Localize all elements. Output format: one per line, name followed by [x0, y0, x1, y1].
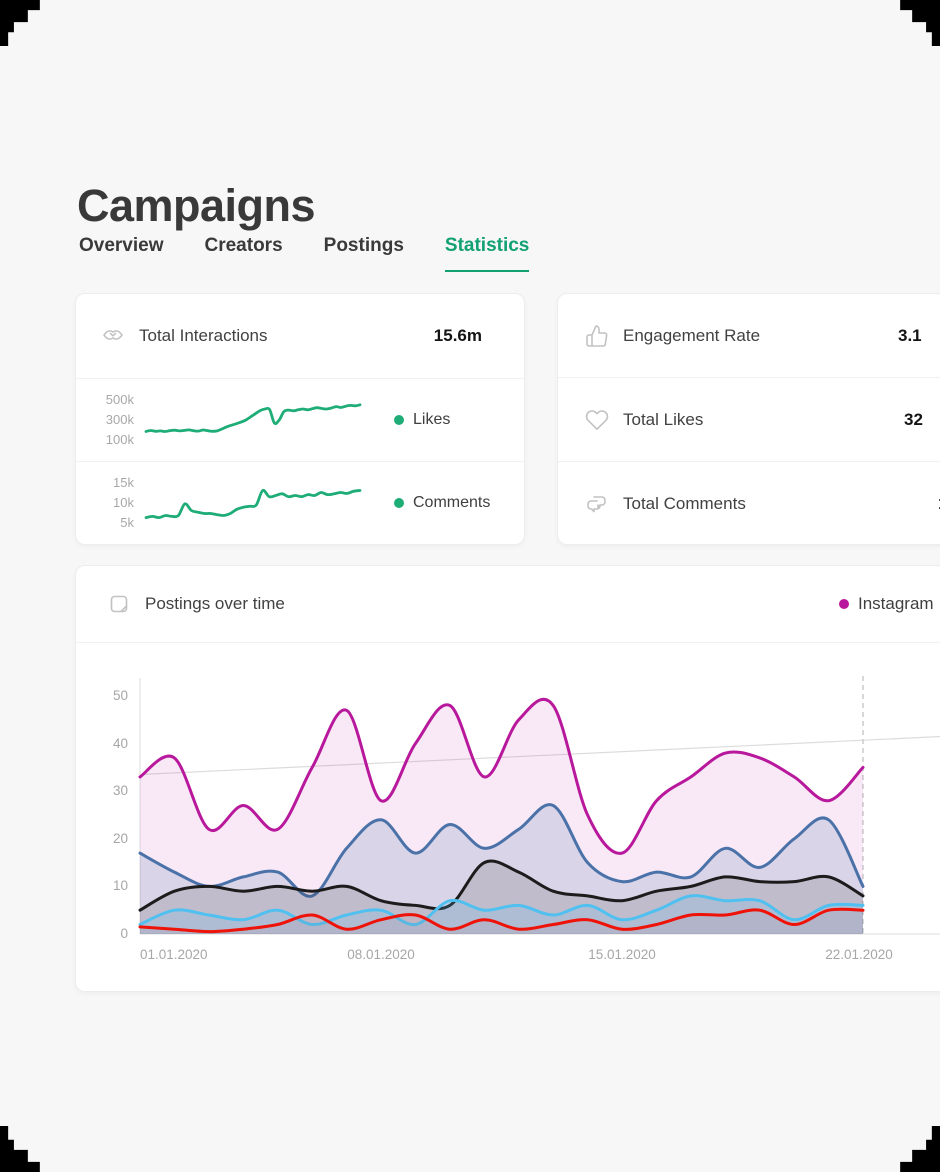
total-interactions-header: Total Interactions 15.6m — [76, 294, 524, 378]
page-title: Campaigns — [77, 180, 315, 232]
likes-spark-row: 500k 300k 100k Likes — [76, 378, 524, 461]
x-tick-01-01: 01.01.2020 — [140, 947, 208, 962]
tab-postings[interactable]: Postings — [324, 235, 404, 272]
y-tick-30: 30 — [113, 783, 128, 798]
note-icon — [107, 592, 131, 616]
comments-spark-row: 15k 10k 5k Comments — [76, 461, 524, 544]
comments-legend-dot — [394, 498, 404, 508]
likes-legend-label: Likes — [413, 411, 450, 429]
y-tick-10: 10 — [113, 878, 128, 893]
y-tick-0: 0 — [120, 926, 128, 941]
total-likes-row: Total Likes 32 — [558, 377, 940, 461]
postings-over-time-card: Postings over time Instagram 0 10 20 30 … — [75, 565, 940, 992]
metrics-card: Engagement Rate 3.1 Total Likes 32 Total… — [557, 293, 940, 545]
likes-legend: Likes — [394, 411, 450, 429]
instagram-legend: Instagram — [839, 594, 934, 614]
comments-legend: Comments — [394, 494, 490, 512]
total-interactions-value: 15.6m — [434, 326, 500, 346]
x-tick-22-01: 22.01.2020 — [825, 947, 893, 962]
pixel-corner-bottom-right — [892, 1126, 940, 1172]
x-tick-08-01: 08.01.2020 — [347, 947, 415, 962]
tab-overview[interactable]: Overview — [79, 235, 164, 272]
total-interactions-label: Total Interactions — [139, 326, 268, 346]
instagram-legend-dot — [839, 599, 849, 609]
engagement-rate-row: Engagement Rate 3.1 — [558, 294, 940, 377]
y-tick-40: 40 — [113, 736, 128, 751]
instagram-legend-label: Instagram — [858, 594, 934, 614]
postings-card-header: Postings over time Instagram — [76, 566, 940, 643]
total-comments-label: Total Comments — [623, 494, 746, 514]
engagement-rate-value: 3.1 — [898, 326, 922, 346]
y-tick-20: 20 — [113, 831, 128, 846]
comments-spark-yticks: 15k 10k 5k — [76, 473, 134, 533]
total-likes-label: Total Likes — [623, 410, 703, 430]
total-interactions-card: Total Interactions 15.6m 500k 300k 100k … — [75, 293, 525, 545]
engagement-rate-label: Engagement Rate — [623, 326, 760, 346]
comments-sparkline-chart — [143, 476, 363, 530]
postings-card-title: Postings over time — [145, 594, 285, 614]
likes-legend-dot — [394, 415, 404, 425]
handshake-icon — [101, 324, 125, 348]
total-likes-value: 32 — [904, 410, 923, 430]
pixel-corner-top-left — [0, 0, 48, 46]
likes-spark-yticks: 500k 300k 100k — [76, 390, 134, 450]
tab-creators[interactable]: Creators — [205, 235, 283, 272]
tab-bar: Overview Creators Postings Statistics — [79, 235, 529, 272]
pixel-corner-top-right — [892, 0, 940, 46]
postings-over-time-chart: 0 10 20 30 40 50 01.01.2020 08.01.2020 1… — [76, 642, 940, 991]
comments-legend-label: Comments — [413, 494, 490, 512]
thumbs-up-icon — [585, 324, 609, 348]
series-layer — [140, 699, 863, 934]
total-comments-row: Total Comments 1 — [558, 461, 940, 545]
chat-bubbles-icon — [585, 492, 609, 516]
y-tick-50: 50 — [113, 688, 128, 703]
pixel-corner-bottom-left — [0, 1126, 48, 1172]
likes-sparkline-chart — [143, 393, 363, 447]
tab-statistics[interactable]: Statistics — [445, 235, 529, 272]
heart-icon — [585, 408, 609, 432]
x-tick-15-01: 15.01.2020 — [588, 947, 656, 962]
